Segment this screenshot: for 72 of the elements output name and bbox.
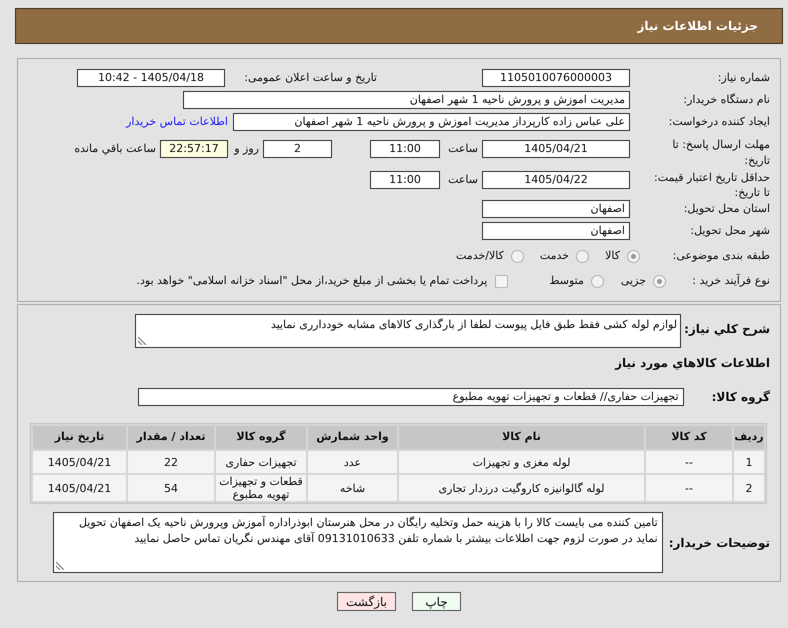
table-cell: 22: [128, 451, 214, 473]
table-cell: 2: [734, 475, 764, 501]
field-label: حداقل تاریخ اعتبار قیمت: تا تاریخ:: [653, 170, 770, 200]
field-label: ساعت: [447, 172, 478, 188]
radio-button[interactable]: [590, 274, 604, 288]
table-cell: 1: [734, 451, 764, 473]
print-button[interactable]: چاپ: [412, 592, 461, 611]
table-cell: شاخه: [308, 475, 397, 501]
need-number-field[interactable]: 1105010076000003: [482, 69, 630, 87]
field-label: شماره نیاز:: [716, 70, 770, 86]
table-cell: لوله گالوانیزه کاروگیت درزدار تجاری: [399, 475, 644, 501]
requester-field[interactable]: علی عباس زاده کارپرداز مدیریت اموزش و پرورش ناحیه 1 شهر اصفهان: [233, 113, 630, 131]
announcement-date-field[interactable]: 1405/04/18 - 10:42: [77, 69, 225, 87]
field-label: تاریخ و ساعت اعلان عمومی:: [243, 70, 377, 86]
field-label: نوع فرآیند خرید :: [691, 272, 770, 289]
field-label: گروه کالا:: [712, 389, 770, 406]
option-label: جزیی: [620, 272, 646, 289]
radio-button[interactable]: [576, 250, 590, 262]
remaining-time-field[interactable]: 22:57:17: [160, 140, 228, 158]
option-label: کالا: [605, 248, 620, 264]
buyer-contact-link[interactable]: اطلاعات تماس خریدار: [126, 114, 228, 130]
column-header: گروه کالا: [216, 426, 306, 449]
field-label: روز و: [232, 140, 259, 157]
table-cell: عدد: [308, 451, 397, 473]
radio-button[interactable]: [653, 274, 666, 288]
field-label: ایجاد کننده درخواست:: [668, 114, 770, 130]
radio-button[interactable]: [627, 250, 640, 262]
table-cell: --: [646, 451, 732, 473]
column-header: تاریخ نیاز: [33, 426, 126, 449]
field-label: توضیحات خریدار:: [668, 534, 770, 552]
field-label: ساعت: [447, 140, 478, 157]
deadline-time-field[interactable]: 11:00: [370, 140, 440, 158]
resize-handle-icon[interactable]: [56, 561, 65, 570]
page-title: جزئیات اطلاعات نیاز: [637, 18, 758, 35]
checkbox-label: پرداخت تمام یا بخشی از مبلغ خرید،از محل "اسناد خزانه اسلامی" خواهد بود.: [136, 272, 488, 289]
buyer-notes-field[interactable]: تامین کننده می بایست کالا را با هزینه حمل وتخلیه رایگان در محل هنرستان ابوذراداره آموزش وپرورش ناحیه یک اصفهان تحویل نماید در صورت لزوم جهت اطلاعات بیشتر با شماره تلفن 09131010633 آقای مهندس نگریان تماس حاصل نمایید: [53, 512, 663, 573]
table-cell: --: [646, 475, 732, 501]
description-field[interactable]: لوازم لوله کشی فقط طبق فایل پیوست لطفا از بارگذاری کالاهای مشابه خوددارری نمایید: [135, 314, 682, 348]
resize-handle-icon[interactable]: [138, 336, 147, 345]
deadline-date-field[interactable]: 1405/04/21: [482, 140, 630, 158]
field-label: نام دستگاه خریدار:: [682, 92, 770, 108]
back-button[interactable]: بازگشت: [337, 592, 396, 611]
option-label: خدمت: [540, 248, 570, 264]
item-group-field[interactable]: تجهیزات حفاری// قطعات و تجهیزات تهویه مطبوع: [138, 388, 684, 406]
days-field[interactable]: 2: [263, 140, 332, 158]
option-label: متوسط: [549, 272, 584, 289]
table-cell: قطعات و تجهیزات تهویه مطبوع: [216, 475, 306, 501]
radio-button[interactable]: [510, 250, 524, 262]
field-label: استان محل تحویل:: [682, 200, 770, 217]
column-header: نام کالا: [399, 426, 644, 449]
validity-date-field[interactable]: 1405/04/22: [482, 171, 630, 189]
city-field[interactable]: اصفهان: [482, 222, 630, 240]
section-title: اطلاعات کالاهاي مورد نياز: [614, 355, 770, 370]
checkbox[interactable]: [495, 274, 508, 288]
column-header: ردیف: [734, 426, 764, 449]
table-cell: لوله مغزی و تجهیزات: [399, 451, 644, 473]
field-label: طبقه بندی موضوعی:: [672, 248, 770, 264]
column-header: تعداد / مقدار: [128, 426, 214, 449]
field-label: مهلت ارسال پاسخ: تا تاریخ:: [671, 137, 770, 169]
option-label: کالا/خدمت: [456, 248, 504, 264]
column-header: کد کالا: [646, 426, 732, 449]
table-cell: 54: [128, 475, 214, 501]
province-field[interactable]: اصفهان: [482, 200, 630, 218]
table-cell: 1405/04/21: [33, 451, 126, 473]
field-label: ساعت باقي مانده: [74, 140, 156, 157]
table-cell: تجهیزات حفاری: [216, 451, 306, 473]
buyer-org-field[interactable]: مدیریت اموزش و پرورش ناحیه 1 شهر اصفهان: [183, 91, 630, 109]
field-label: شهر محل تحویل:: [689, 222, 770, 239]
table-cell: 1405/04/21: [33, 475, 126, 501]
validity-time-field[interactable]: 11:00: [370, 171, 440, 189]
column-header: واحد شمارش: [308, 426, 397, 449]
field-label: شرح کلي نياز:: [684, 321, 770, 338]
